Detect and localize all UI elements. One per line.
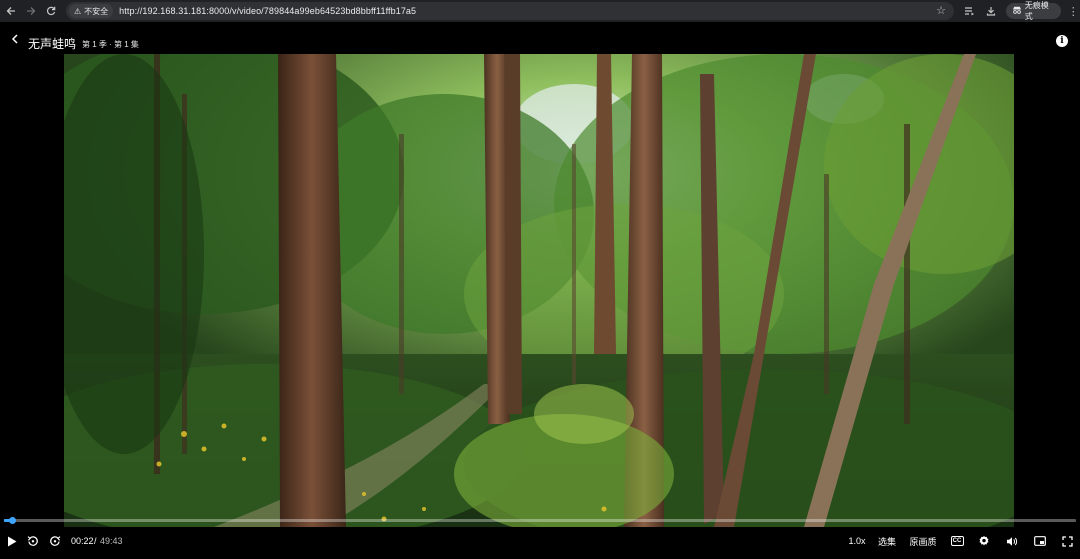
picture-in-picture-icon[interactable]	[1031, 530, 1049, 552]
incognito-badge[interactable]: 无痕模式	[1005, 1, 1062, 21]
star-icon[interactable]: ☆	[936, 4, 946, 17]
info-icon[interactable]: i	[1056, 35, 1068, 47]
playlist-icon[interactable]	[960, 0, 979, 22]
video-player[interactable]: 无声蛙鸣 第 1 季 · 第 1 集 i 00:22 / 49:43 1.0x …	[0, 22, 1080, 559]
forward-10-icon[interactable]	[47, 530, 63, 552]
video-frame[interactable]	[64, 54, 1014, 527]
episodes-label: 选集	[877, 536, 896, 547]
quality-label: 原画质	[909, 536, 937, 547]
url-text: http://192.168.31.181:8000/v/video/78984…	[119, 6, 417, 16]
rewind-10-icon[interactable]	[25, 530, 41, 552]
address-bar[interactable]: ⚠ 不安全 http://192.168.31.181:8000/v/video…	[66, 2, 954, 20]
episodes-button[interactable]: 选集	[874, 530, 900, 552]
gear-icon[interactable]	[975, 530, 993, 552]
speed-button[interactable]: 1.0x	[844, 530, 870, 552]
security-badge[interactable]: ⚠ 不安全	[69, 4, 114, 18]
forest-scene	[64, 54, 1014, 527]
progress-thumb[interactable]	[8, 517, 16, 524]
subtitles-button[interactable]: CC	[948, 530, 966, 552]
time-separator: /	[94, 536, 97, 546]
download-icon[interactable]	[981, 0, 1000, 22]
forward-arrow-icon[interactable]	[21, 0, 41, 22]
browser-toolbar: ⚠ 不安全 http://192.168.31.181:8000/v/video…	[0, 0, 1080, 22]
back-arrow-icon[interactable]	[1, 0, 21, 22]
time-current: 00:22	[71, 536, 94, 546]
reload-icon[interactable]	[41, 0, 61, 22]
play-icon[interactable]	[4, 530, 20, 552]
cc-icon: CC	[950, 536, 964, 546]
incognito-label: 无痕模式	[1024, 1, 1049, 21]
speed-label: 1.0x	[848, 536, 866, 546]
incognito-icon	[1012, 6, 1022, 16]
volume-icon[interactable]	[1003, 530, 1021, 552]
episode-info: 第 1 季 · 第 1 集	[82, 40, 139, 49]
control-bar: 00:22 / 49:43 1.0x 选集 原画质 CC	[0, 530, 1080, 552]
progress-bar[interactable]	[4, 517, 1076, 524]
fullscreen-icon[interactable]	[1058, 530, 1076, 552]
security-label: 不安全	[84, 6, 109, 16]
time-total: 49:43	[100, 536, 123, 546]
player-top-bar: 无声蛙鸣 第 1 季 · 第 1 集 i	[0, 22, 1080, 54]
kebab-menu-icon[interactable]: ⋮	[1066, 0, 1080, 22]
back-arrow-icon[interactable]	[9, 33, 21, 45]
quality-button[interactable]: 原画质	[906, 530, 940, 552]
video-title: 无声蛙鸣	[28, 37, 77, 51]
warning-icon: ⚠	[74, 6, 82, 16]
